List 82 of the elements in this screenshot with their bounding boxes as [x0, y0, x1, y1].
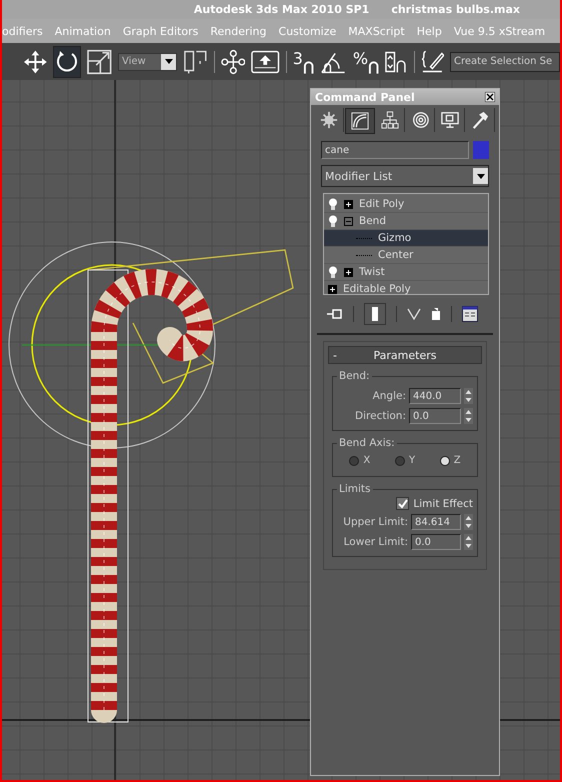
- menu-item[interactable]: Customize: [278, 24, 336, 38]
- field-label: Angle:: [372, 390, 406, 402]
- number-field[interactable]: 0.0: [411, 534, 461, 550]
- panel-tab[interactable]: [345, 108, 375, 134]
- rotate-button[interactable]: [52, 46, 82, 78]
- stack-item[interactable]: Editable Poly: [343, 283, 411, 295]
- panel-title: Command Panel: [315, 90, 415, 104]
- modifier-list-dropdown[interactable]: Modifier List: [321, 165, 489, 187]
- bend-gizmo-drawing[interactable]: [8, 242, 294, 448]
- curve-icon: [351, 112, 369, 130]
- upload-icon[interactable]: [251, 50, 280, 74]
- link-nodes-icon[interactable]: [220, 48, 246, 75]
- close-icon[interactable]: [485, 92, 495, 102]
- sub-object-row[interactable]: Center: [324, 247, 488, 264]
- light-bulb-icon[interactable]: [328, 215, 338, 227]
- pivot-icon[interactable]: [183, 48, 208, 75]
- candy-cane-drawing[interactable]: [88, 269, 213, 723]
- edit-named-selection-icon[interactable]: [421, 48, 444, 75]
- spinner-arrows-icon[interactable]: [464, 388, 473, 404]
- menu-item[interactable]: odifiers: [2, 24, 43, 38]
- viewport[interactable]: [2, 80, 560, 780]
- spinner-arrows-icon[interactable]: [464, 408, 473, 424]
- magnet-icon[interactable]: [368, 60, 380, 74]
- group-title: Bend Axis:: [338, 437, 396, 449]
- scale-icon[interactable]: [87, 48, 112, 75]
- configure-sets-icon[interactable]: [462, 306, 478, 322]
- object-name-field[interactable]: cane: [321, 141, 469, 159]
- check-icon: [398, 498, 408, 508]
- light-bulb-icon[interactable]: [328, 266, 338, 278]
- field-label: Direction:: [355, 410, 406, 422]
- hierarchy-icon: [381, 111, 399, 129]
- spinner-arrows-icon[interactable]: [464, 514, 473, 530]
- menu-item[interactable]: Graph Editors: [122, 24, 198, 38]
- number-field[interactable]: 84.614: [411, 514, 461, 530]
- caret-icon: [476, 174, 484, 178]
- group-title: Limits: [338, 483, 372, 495]
- caret-icon: [164, 59, 173, 64]
- axis-radio[interactable]: Y: [394, 455, 416, 466]
- expand-toggle[interactable]: [344, 200, 353, 208]
- menu-item[interactable]: Vue 9.5 xStream: [454, 24, 546, 38]
- sun-icon: [320, 111, 338, 129]
- trash-icon[interactable]: [431, 308, 441, 320]
- axis-radio[interactable]: X: [349, 455, 370, 466]
- magnet-icon[interactable]: [302, 60, 314, 74]
- number-field[interactable]: 440.0: [409, 388, 461, 404]
- move-icon[interactable]: [24, 50, 47, 74]
- number-field[interactable]: 0.0: [409, 408, 461, 424]
- menu-item[interactable]: Animation: [54, 24, 111, 38]
- reference-dropdown[interactable]: View: [118, 52, 178, 71]
- show-end-result-button[interactable]: [364, 303, 386, 325]
- snap-toggle[interactable]: 3: [292, 49, 303, 68]
- field-label: Upper Limit:: [343, 516, 408, 528]
- sub-object-row[interactable]: Gizmo: [324, 230, 488, 247]
- bar-icon: [371, 307, 379, 321]
- menu-item[interactable]: Rendering: [210, 24, 267, 38]
- checkbox-label: Limit Effect: [413, 498, 473, 510]
- checkbox[interactable]: [396, 497, 410, 510]
- field-label: Lower Limit:: [344, 536, 408, 548]
- expand-toggle[interactable]: [344, 268, 353, 276]
- axis-radio[interactable]: Z: [440, 455, 461, 466]
- spinner-arrows-icon[interactable]: [464, 534, 473, 550]
- make-unique-icon[interactable]: [407, 308, 421, 320]
- file-name: christmas bulbs.max: [391, 3, 520, 16]
- stack-item[interactable]: Twist: [359, 266, 385, 278]
- light-bulb-icon[interactable]: [328, 198, 338, 210]
- selection-set-field[interactable]: Create Selection Se: [450, 52, 560, 72]
- window-title: Autodesk 3ds Max 2010 SP1: [194, 3, 370, 16]
- spinner-snap-icon[interactable]: [385, 50, 408, 74]
- expand-toggle[interactable]: [328, 284, 337, 294]
- monitor-icon: [441, 111, 459, 129]
- stack-item[interactable]: Edit Poly: [359, 198, 404, 210]
- hammer-icon: [471, 111, 489, 129]
- percent-snap-toggle[interactable]: %: [352, 49, 368, 68]
- target-icon: [411, 111, 429, 129]
- menu-item[interactable]: Help: [416, 24, 442, 38]
- menu-item[interactable]: MAXScript: [348, 24, 405, 38]
- pin-icon[interactable]: [327, 308, 343, 320]
- rollout-header[interactable]: - Parameters: [328, 346, 482, 364]
- stack-item[interactable]: Bend: [359, 215, 386, 227]
- group-title: Bend:: [338, 370, 371, 382]
- object-color-swatch[interactable]: [473, 141, 489, 159]
- expand-toggle[interactable]: [344, 216, 353, 226]
